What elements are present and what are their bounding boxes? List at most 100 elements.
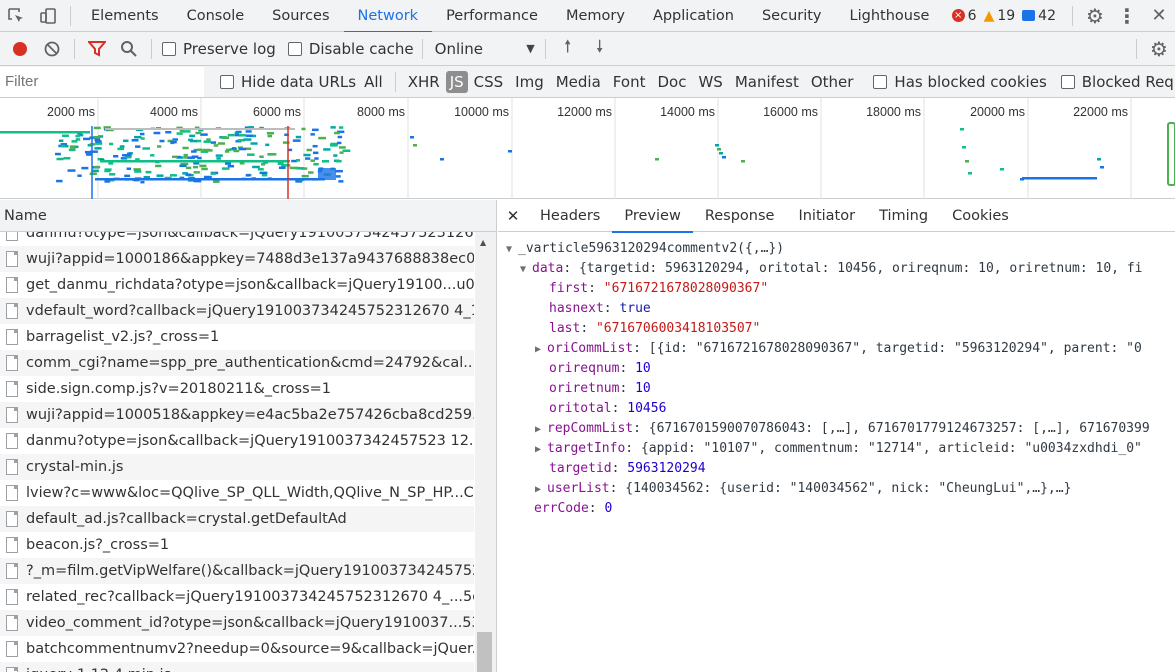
tab-console[interactable]: Console [173,0,259,32]
tree-node-repcommlist[interactable]: ▶ repCommList: {6716701590070786043: [,…]… [498,419,1175,439]
filter-type-media[interactable]: Media [550,71,607,93]
request-row[interactable]: wuji?appid=1000518&appkey=e4ac5ba2e75742… [0,402,474,428]
tab-application[interactable]: Application [639,0,748,32]
scroll-up-arrow-icon[interactable]: ▲ [480,238,486,247]
clear-icon[interactable] [36,34,68,64]
timeline-canvas[interactable]: 2000 ms 4000 ms 6000 ms 8000 ms 10000 ms 1200… [0,98,1175,199]
filter-type-ws[interactable]: WS [692,71,728,93]
filter-type-font[interactable]: Font [607,71,652,93]
preview-root[interactable]: ▼ _varticle5963120294commentv2({,…}) [498,239,1175,259]
request-row[interactable]: related_rec?callback=jQuery1910037342457… [0,584,474,610]
request-row[interactable]: wuji?appid=1000186&appkey=7488d3e137a943… [0,246,474,272]
detail-tab-initiator[interactable]: Initiator [786,200,867,232]
issues-counter[interactable]: × 6 ▲ 19 42 [951,8,1056,24]
filter-icon[interactable] [81,34,113,64]
hide-data-urls-checkbox[interactable]: Hide data URLs [220,73,356,91]
request-row[interactable]: crystal-min.js [0,454,474,480]
divider [70,5,71,26]
tab-network[interactable]: Network [343,0,433,33]
timeline-request-bar [222,136,230,140]
collapsed-triangle-icon[interactable]: ▶ [535,440,547,460]
detail-tab-headers[interactable]: Headers [528,200,612,232]
filter-input[interactable] [0,66,204,97]
device-toolbar-icon[interactable] [32,1,64,31]
detail-tab-timing[interactable]: Timing [867,200,940,232]
request-row[interactable]: ?_m=film.getVipWelfare()&callback=jQuery… [0,558,474,584]
checkbox-box[interactable] [220,74,234,89]
export-har-icon[interactable]: 🠗 [584,34,616,64]
checkbox-box[interactable] [1060,74,1075,89]
filter-type-css[interactable]: CSS [468,71,510,93]
checkbox-box[interactable] [873,74,888,89]
filter-type-img[interactable]: Img [509,71,550,93]
tree-node-userlist[interactable]: ▶ userList: {140034562: {userid: "1400345… [498,479,1175,499]
request-row[interactable]: vdefault_word?callback=jQuery19100373424… [0,298,474,324]
request-row[interactable]: danmu?otype=json&callback=jQuery19100373… [0,232,474,246]
collapsed-triangle-icon[interactable]: ▶ [535,340,547,360]
preserve-log-checkbox[interactable]: Preserve log [162,40,276,58]
key: last [549,321,581,336]
filter-type-doc[interactable]: Doc [651,71,692,93]
collapsed-triangle-icon[interactable]: ▶ [535,480,547,500]
disable-cache-checkbox[interactable]: Disable cache [287,40,414,58]
timeline-request-bar [75,134,80,138]
has-blocked-cookies-checkbox[interactable]: Has blocked cookies [873,73,1047,91]
import-har-icon[interactable]: 🠕 [552,34,584,64]
tab-security[interactable]: Security [748,0,836,32]
request-row[interactable]: barragelist_v2.js?_cross=1 [0,324,474,350]
request-row[interactable]: beacon.js?_cross=1 [0,532,474,558]
timeline-request-bar [1100,166,1104,169]
checkbox-box[interactable] [162,41,176,56]
detail-tab-cookies[interactable]: Cookies [940,200,1021,232]
filter-type-all[interactable]: All [358,71,389,93]
request-row[interactable]: lview?c=www&loc=QQlive_SP_QLL_Width,QQli… [0,480,474,506]
filter-type-other[interactable]: Other [805,71,860,93]
detail-tab-preview[interactable]: Preview [612,200,694,233]
detail-tabs: ✕ Headers Preview Response Initiator Timing C… [498,200,1175,233]
network-settings-gear-icon[interactable]: ⚙ [1143,34,1175,64]
timeline-request-bar [199,164,207,168]
filter-type-js[interactable]: JS [445,70,468,93]
request-row[interactable]: comm_cgi?name=spp_pre_authentication&cmd… [0,350,474,376]
timeline-request-bar [191,155,199,158]
record-icon[interactable] [4,34,36,64]
collapsed-triangle-icon[interactable]: ▶ [535,420,547,440]
timeline-request-bar [179,129,185,133]
tab-memory[interactable]: Memory [552,0,639,32]
tree-node-data[interactable]: ▼ data: {targetid: 5963120294, oritotal: … [498,259,1175,279]
request-list-scrollbar[interactable]: ▲ [475,232,496,672]
filter-type-manifest[interactable]: Manifest [729,71,805,93]
filter-type-xhr[interactable]: XHR [402,71,446,93]
tab-elements[interactable]: Elements [77,0,173,32]
tab-lighthouse[interactable]: Lighthouse [836,0,944,32]
close-devtools-icon[interactable]: ✕ [1143,1,1175,31]
blocked-requests-checkbox[interactable]: Blocked Requests [1060,73,1175,91]
tab-sources[interactable]: Sources [258,0,343,32]
tree-node-targetinfo[interactable]: ▶ targetInfo: {appid: "10107", commentnum… [498,439,1175,459]
request-row[interactable]: jquery-1.12.4.min.js [0,662,474,672]
request-row[interactable]: get_danmu_richdata?otype=json&callback=j… [0,272,474,298]
inspect-element-icon[interactable] [0,1,32,31]
expanded-triangle-icon[interactable]: ▼ [506,240,518,260]
expanded-triangle-icon[interactable]: ▼ [520,260,532,280]
checkbox-box[interactable] [287,41,302,56]
timeline-request-bar [213,180,220,183]
network-overview-timeline[interactable]: 2000 ms 4000 ms 6000 ms 8000 ms 10000 ms 1200… [0,98,1175,199]
request-row[interactable]: danmu?otype=json&callback=jQuery19100373… [0,428,474,454]
close-detail-icon[interactable]: ✕ [498,207,528,225]
name-column-header[interactable]: Name [0,200,496,232]
search-icon[interactable] [113,34,145,64]
request-list[interactable]: danmu?otype=json&callback=jQuery19100373… [0,232,474,672]
request-row[interactable]: batchcommentnumv2?needup=0&source=9&call… [0,636,474,662]
request-row[interactable]: side.sign.comp.js?v=20180211&_cross=1 [0,376,474,402]
value: {targetid: 5963120294, oritotal: 10456, … [578,261,1143,276]
request-row[interactable]: video_comment_id?otype=json&callback=jQu… [0,610,474,636]
more-options-icon[interactable]: ⋮ [1111,1,1143,31]
request-row[interactable]: default_ad.js?callback=crystal.getDefaul… [0,506,474,532]
detail-tab-response[interactable]: Response [693,200,787,232]
tab-performance[interactable]: Performance [432,0,552,32]
throttle-select[interactable]: Online ▼ [435,40,535,58]
settings-gear-icon[interactable]: ⚙ [1079,1,1111,31]
tree-node-oricommlist[interactable]: ▶ oriCommList: [{id: "6716721678028090367… [498,339,1175,359]
scrollbar-thumb[interactable] [477,632,492,672]
